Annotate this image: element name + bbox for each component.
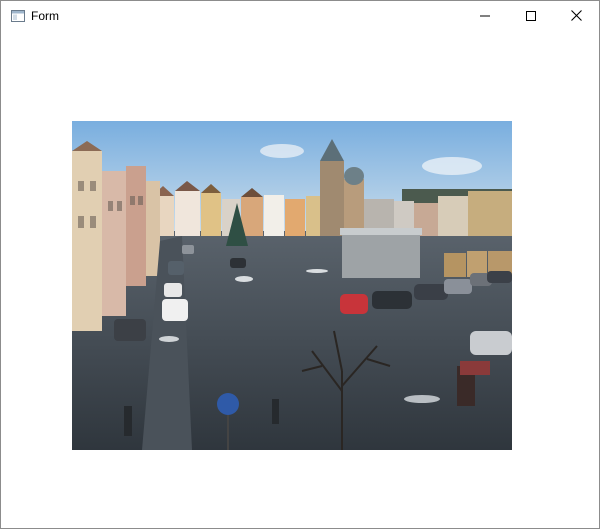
title-bar[interactable]: Form — [1, 1, 599, 30]
window-title: Form — [31, 9, 59, 23]
minimize-button[interactable] — [462, 1, 508, 30]
form-window: Form — [0, 0, 600, 529]
minimize-icon — [480, 15, 490, 16]
maximize-icon — [526, 10, 536, 21]
town-square-picture — [72, 121, 512, 450]
webcam-photo — [72, 121, 512, 450]
close-button[interactable] — [553, 1, 599, 30]
close-icon — [570, 10, 582, 21]
app-icon — [11, 9, 25, 22]
client-area — [1, 30, 599, 528]
maximize-button[interactable] — [508, 1, 554, 30]
